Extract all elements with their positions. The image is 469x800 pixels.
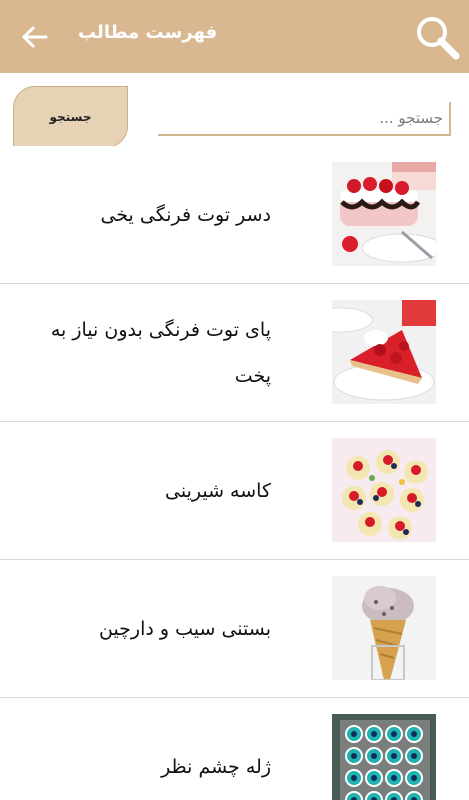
back-button[interactable] — [18, 20, 52, 54]
fruit-tartlets-image — [332, 438, 436, 542]
item-title: کاسه شیرینی — [165, 479, 271, 502]
list-item[interactable]: پای توت فرنگی بدون نیاز به پخت — [0, 284, 469, 422]
item-title: ژله چشم نظر — [161, 755, 271, 778]
page-title: فهرست مطالب — [78, 22, 218, 43]
search-input[interactable] — [158, 102, 451, 136]
strawberry-roll-dessert-image — [332, 162, 436, 266]
list-item[interactable]: بستنی سیب و دارچین — [0, 560, 469, 698]
list-item[interactable]: ژله چشم نظر — [0, 698, 469, 800]
item-title: بستنی سیب و دارچین — [98, 617, 271, 640]
search-button[interactable] — [414, 14, 460, 60]
ice-cream-cone-image — [332, 576, 436, 680]
magnifier-icon — [417, 17, 460, 60]
eye-jelly-tray-image — [332, 714, 436, 800]
item-title: دسر توت فرنگی یخی — [100, 203, 271, 226]
app-bar: فهرست مطالب — [0, 0, 469, 73]
strawberry-pie-image — [332, 300, 436, 404]
list-item[interactable]: دسر توت فرنگی یخی — [0, 146, 469, 284]
arrow-left-icon — [22, 26, 48, 48]
contents-list: دسر توت فرنگی یخی پای توت فرنگی بدون نیا… — [0, 146, 469, 800]
list-item[interactable]: کاسه شیرینی — [0, 422, 469, 560]
item-title: پای توت فرنگی بدون نیاز به پخت — [50, 318, 271, 387]
search-bar: جستجو — [0, 73, 469, 156]
search-submit-button[interactable]: جستجو — [13, 86, 128, 148]
